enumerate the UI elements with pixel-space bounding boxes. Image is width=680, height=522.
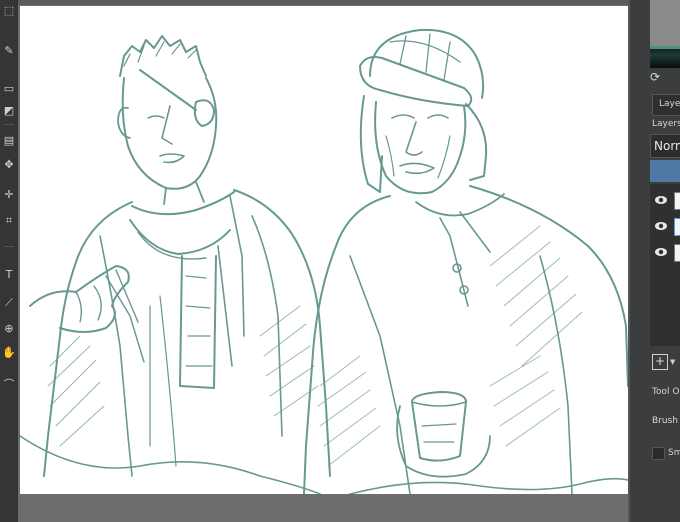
smoothing-label: Sm bbox=[668, 448, 680, 458]
brush-icon[interactable]: ✎ bbox=[2, 44, 16, 58]
toolbox-divider bbox=[4, 246, 14, 247]
freehand-selection-icon[interactable]: ⬚ bbox=[2, 4, 16, 18]
blend-mode-value: Norm bbox=[654, 139, 680, 153]
current-color-strip bbox=[650, 46, 680, 49]
pan-icon[interactable]: ✋ bbox=[2, 346, 16, 360]
fill-icon[interactable]: ◩ bbox=[2, 104, 16, 118]
crop-icon[interactable]: ⌗ bbox=[2, 214, 16, 228]
tool-options-label: Tool O bbox=[652, 387, 680, 397]
text-icon[interactable]: T bbox=[2, 268, 16, 282]
zoom-icon[interactable]: ⊕ bbox=[2, 322, 16, 336]
canvas-top-edge bbox=[18, 0, 630, 5]
right-docker-panel: ⟳ Laye Layers Norm + ▼ Tool O Brush Sm bbox=[630, 0, 680, 522]
layer-row[interactable] bbox=[650, 188, 680, 212]
canvas-bottom-area bbox=[18, 494, 630, 522]
blend-mode-select[interactable]: Norm bbox=[650, 134, 680, 158]
measure-icon[interactable]: ⟋ bbox=[2, 296, 16, 310]
gradient-icon[interactable]: ▤ bbox=[2, 134, 16, 148]
visibility-eye-icon[interactable] bbox=[654, 219, 668, 233]
layers-header: Layers bbox=[652, 119, 680, 129]
chevron-down-icon[interactable]: ▼ bbox=[670, 358, 675, 366]
toolbox: ⬚ ✎ ▭ ◩ ▤ ✥ ✛ ⌗ T ⟋ ⊕ ✋ ⌒ bbox=[0, 0, 18, 522]
refresh-icon[interactable]: ⟳ bbox=[650, 70, 660, 84]
color-gradient-slider[interactable] bbox=[650, 46, 680, 68]
assistant-icon[interactable]: ⌒ bbox=[2, 378, 16, 392]
layer-row[interactable] bbox=[650, 240, 680, 264]
smoothing-checkbox[interactable] bbox=[652, 447, 665, 460]
color-selector-area[interactable] bbox=[650, 0, 680, 46]
drawing-canvas[interactable] bbox=[20, 6, 628, 494]
layer-list[interactable] bbox=[650, 184, 680, 346]
eraser-icon[interactable]: ▭ bbox=[2, 82, 16, 96]
layer-row[interactable] bbox=[650, 214, 680, 238]
add-layer-button[interactable]: + bbox=[652, 354, 668, 370]
visibility-eye-icon[interactable] bbox=[654, 245, 668, 259]
sketch-artwork bbox=[20, 28, 628, 494]
toolbox-divider bbox=[4, 124, 14, 125]
layer-thumbnail bbox=[674, 218, 680, 236]
transform-icon[interactable]: ✥ bbox=[2, 158, 16, 172]
layer-thumbnail bbox=[674, 192, 680, 210]
tab-layers-label: Laye bbox=[659, 99, 680, 109]
tab-layers[interactable]: Laye bbox=[652, 94, 680, 116]
canvas-area[interactable] bbox=[18, 0, 630, 522]
active-layer-header[interactable] bbox=[650, 160, 680, 182]
brush-label: Brush bbox=[652, 416, 678, 426]
layer-thumbnail bbox=[674, 244, 680, 262]
visibility-eye-icon[interactable] bbox=[654, 193, 668, 207]
move-icon[interactable]: ✛ bbox=[2, 188, 16, 202]
